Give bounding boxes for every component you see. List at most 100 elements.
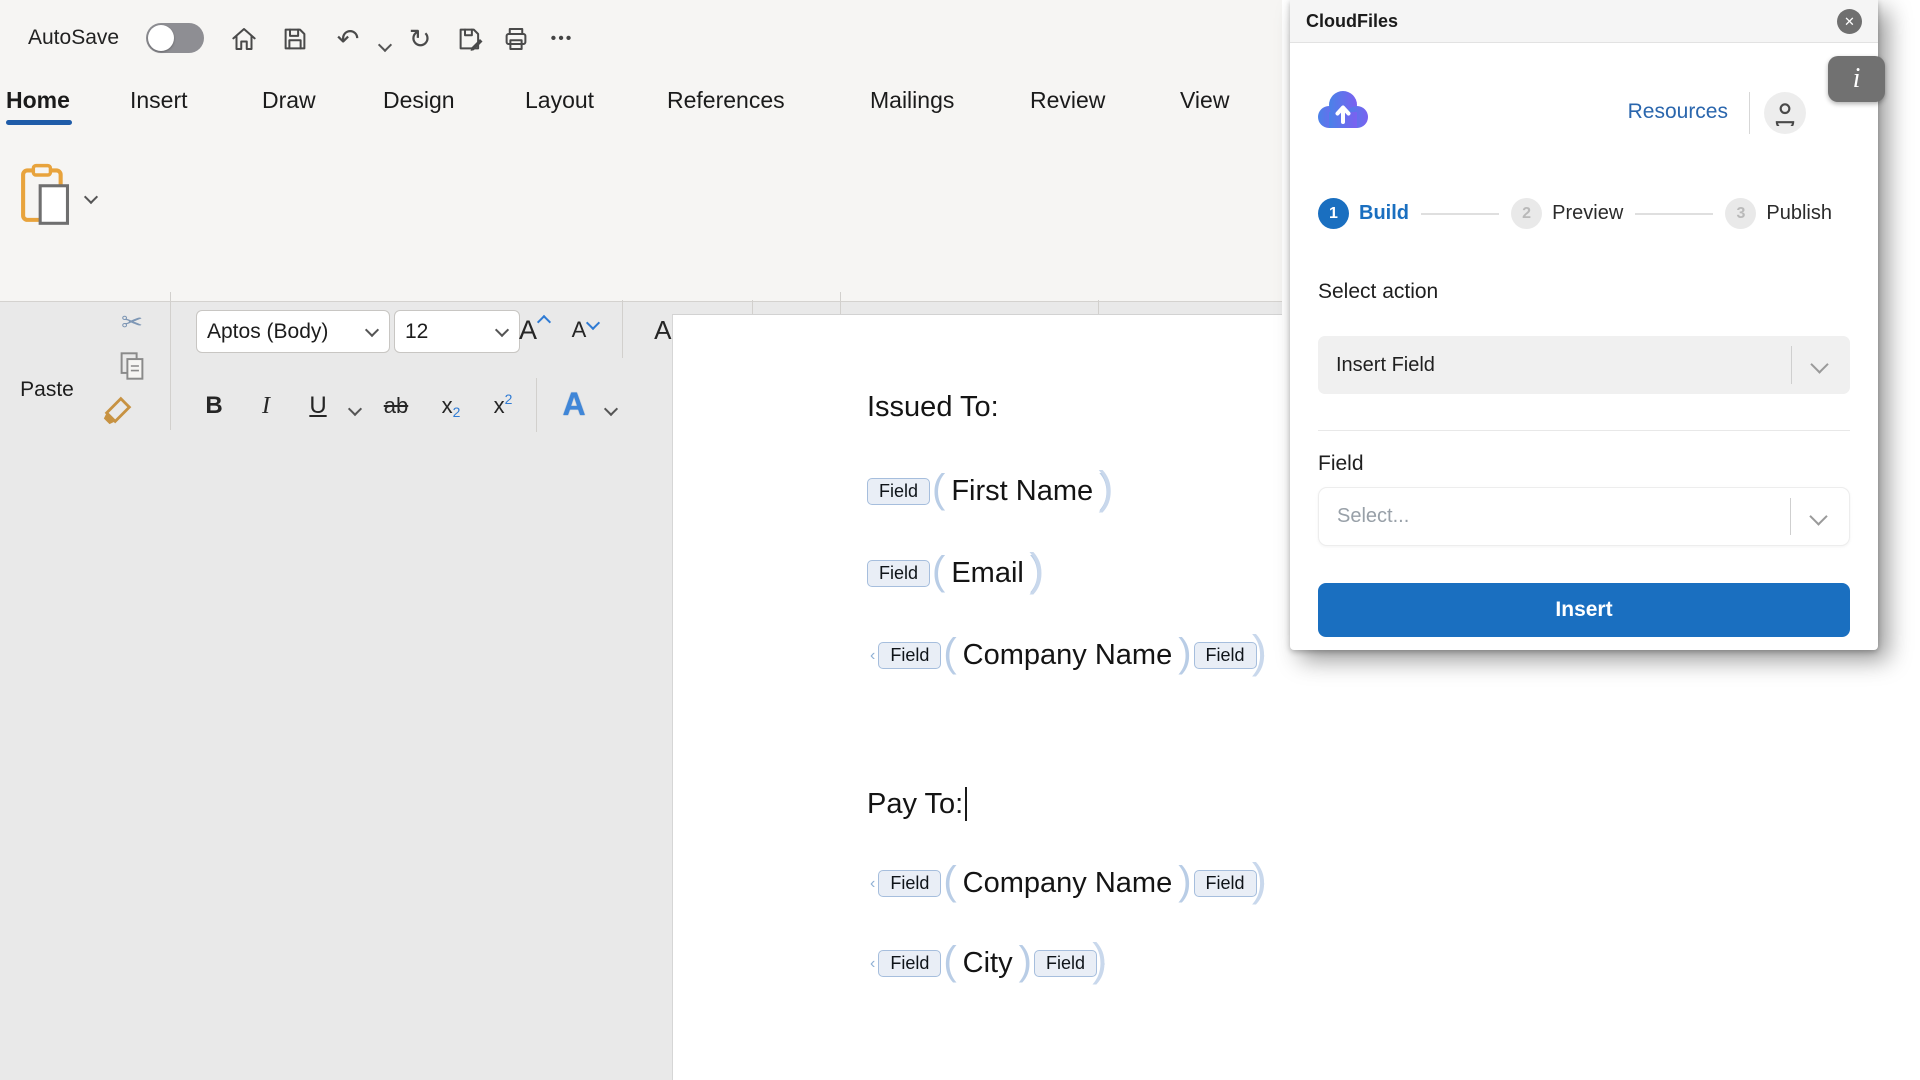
format-painter-icon[interactable]: [96, 388, 140, 432]
word-window: AutoSave ↶ ↻ ••• HomeInsertD: [0, 0, 1282, 1080]
doc-heading[interactable]: Issued To:: [867, 391, 999, 424]
merge-field-row[interactable]: ‹Field(Company Name)Field›): [867, 633, 1269, 678]
content-control-tag[interactable]: Field: [1194, 870, 1257, 897]
tab-home[interactable]: Home: [6, 87, 70, 114]
paste-label[interactable]: Paste: [14, 378, 80, 402]
underline-button[interactable]: U: [300, 384, 336, 428]
strikethrough-button[interactable]: ab: [372, 384, 420, 428]
content-control-tag[interactable]: Field: [867, 560, 930, 587]
content-control-open-bracket: (: [932, 551, 945, 591]
shrink-font-button[interactable]: A: [566, 308, 606, 352]
merge-field-name: Company Name: [963, 639, 1173, 672]
grow-font-button[interactable]: A: [515, 308, 555, 352]
action-select[interactable]: Insert Field: [1318, 336, 1850, 394]
text-effects-chevron-icon[interactable]: [604, 402, 618, 416]
step-circle-publish[interactable]: 3: [1725, 198, 1756, 229]
panel-header: CloudFiles ✕: [1290, 0, 1878, 43]
merge-field-name: Email: [951, 557, 1024, 590]
redo-icon[interactable]: ↻: [402, 22, 438, 56]
print-icon[interactable]: [498, 22, 534, 56]
content-control-outer-bracket: ): [1092, 937, 1107, 982]
font-name-select[interactable]: Aptos (Body): [196, 310, 390, 353]
document-page[interactable]: Issued To:Field(First Name))Field(Email)…: [672, 314, 1282, 1080]
tab-review[interactable]: Review: [1030, 87, 1105, 114]
close-icon[interactable]: ✕: [1837, 9, 1862, 34]
content-control-outer-bracket: ): [1252, 629, 1267, 674]
paste-menu-chevron-icon[interactable]: [84, 190, 98, 204]
font-size-select[interactable]: 12: [394, 310, 520, 353]
content-control-tag[interactable]: Field: [1034, 950, 1097, 977]
home-icon[interactable]: [226, 22, 262, 56]
merge-field-name: First Name: [951, 475, 1093, 508]
bold-button[interactable]: B: [196, 384, 232, 428]
tab-draw[interactable]: Draw: [262, 87, 316, 114]
toggle-knob: [148, 25, 174, 51]
content-control-close-bracket: ): [1178, 633, 1191, 673]
merge-field-row[interactable]: ‹Field(City)Field›): [867, 941, 1109, 986]
content-control-start-arrow: ‹: [870, 955, 875, 973]
content-control-open-bracket: (: [943, 861, 956, 901]
ribbon: Paste ✂ Aptos (Body) 12 A A: [0, 140, 1282, 302]
content-control-tag[interactable]: Field: [878, 870, 941, 897]
save-as-icon[interactable]: [452, 22, 488, 56]
step-connector: [1635, 213, 1713, 215]
content-control-tag[interactable]: Field: [878, 950, 941, 977]
cloudfiles-panel: CloudFiles ✕ i Resources: [1290, 0, 1878, 650]
paste-button[interactable]: [16, 160, 78, 232]
active-tab-underline: [6, 120, 72, 125]
content-control-outer-bracket: ): [1098, 465, 1113, 510]
account-icon[interactable]: [1764, 92, 1806, 134]
content-control-open-bracket: (: [943, 941, 956, 981]
doc-heading[interactable]: Pay To:: [867, 787, 967, 821]
text-cursor: [965, 787, 967, 821]
chevron-down-icon: [1810, 355, 1828, 373]
insert-button[interactable]: Insert: [1318, 583, 1850, 637]
save-icon[interactable]: [277, 22, 313, 56]
content-control-close-bracket: ): [1019, 941, 1032, 981]
resources-link[interactable]: Resources: [1628, 100, 1728, 124]
merge-field-name: Company Name: [963, 867, 1173, 900]
cloudfiles-logo-icon: [1316, 88, 1370, 137]
step-circle-build[interactable]: 1: [1318, 198, 1349, 229]
content-control-outer-bracket: ): [1029, 547, 1044, 592]
screen: AutoSave ↶ ↻ ••• HomeInsertD: [0, 0, 1920, 1080]
text-effects-button[interactable]: A: [552, 380, 596, 428]
autosave-label: AutoSave: [28, 0, 119, 75]
merge-field-row[interactable]: Field(Email)): [867, 551, 1046, 596]
undo-icon[interactable]: ↶: [330, 22, 366, 56]
tab-design[interactable]: Design: [383, 87, 455, 114]
field-select[interactable]: Select...: [1318, 487, 1850, 546]
content-control-tag[interactable]: Field: [867, 478, 930, 505]
step-circle-preview[interactable]: 2: [1511, 198, 1542, 229]
content-control-tag[interactable]: Field: [878, 642, 941, 669]
field-select-placeholder: Select...: [1337, 505, 1409, 528]
superscript-button[interactable]: x2: [482, 384, 524, 428]
copy-icon[interactable]: [112, 346, 152, 386]
tab-insert[interactable]: Insert: [130, 87, 188, 114]
merge-field-row[interactable]: Field(First Name)): [867, 469, 1115, 514]
step-label-preview: Preview: [1552, 202, 1623, 225]
info-icon[interactable]: i: [1828, 56, 1885, 102]
content-control-open-bracket: (: [932, 469, 945, 509]
merge-field-name: City: [963, 947, 1013, 980]
more-commands-icon[interactable]: •••: [544, 22, 580, 56]
select-action-label: Select action: [1318, 280, 1438, 304]
subscript-button[interactable]: x2: [430, 384, 472, 428]
tab-layout[interactable]: Layout: [525, 87, 594, 114]
content-control-start-arrow: ‹: [870, 875, 875, 893]
autosave-toggle[interactable]: [146, 23, 204, 53]
underline-menu-chevron-icon[interactable]: [348, 402, 362, 416]
cut-icon[interactable]: ✂: [112, 302, 152, 342]
panel-title: CloudFiles: [1306, 11, 1398, 32]
content-control-tag[interactable]: Field: [1194, 642, 1257, 669]
field-label: Field: [1318, 452, 1364, 476]
tab-mailings[interactable]: Mailings: [870, 87, 954, 114]
tab-references[interactable]: References: [667, 87, 785, 114]
undo-menu-chevron-icon[interactable]: [378, 38, 392, 52]
stepper: 1Build2Preview3Publish: [1318, 198, 1832, 229]
content-control-outer-bracket: ): [1252, 857, 1267, 902]
tab-view[interactable]: View: [1180, 87, 1229, 114]
merge-field-row[interactable]: ‹Field(Company Name)Field›): [867, 861, 1269, 906]
ribbon-tabs: Home Insert Draw Design Layout References Mail…: [0, 75, 1282, 140]
italic-button[interactable]: I: [248, 384, 284, 428]
